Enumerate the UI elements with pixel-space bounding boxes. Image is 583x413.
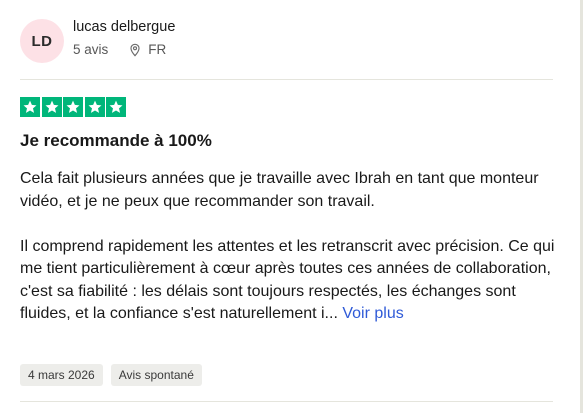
- review-tags: 4 mars 2026 Avis spontané: [20, 364, 210, 386]
- review-title[interactable]: Je recommande à 100%: [20, 131, 212, 151]
- reviewer-header: LD lucas delbergue 5 avis FR: [20, 0, 553, 80]
- star-icon: [20, 97, 40, 117]
- reviewer-name[interactable]: lucas delbergue: [73, 19, 175, 35]
- star-icon: [84, 97, 105, 117]
- reviewer-meta: 5 avis FR: [73, 42, 166, 57]
- review-paragraph-2-text: Il comprend rapidement les attentes et l…: [20, 237, 555, 323]
- star-rating: [20, 97, 128, 117]
- reviewer-location: FR: [128, 42, 166, 57]
- review-paragraph-2: Il comprend rapidement les attentes et l…: [20, 236, 560, 326]
- star-icon: [63, 97, 83, 117]
- review-type-badge: Avis spontané: [110, 364, 202, 386]
- date-badge: 4 mars 2026: [20, 364, 103, 386]
- reviews-count: 5 avis: [73, 42, 109, 57]
- avatar[interactable]: LD: [20, 19, 64, 63]
- review-card: LD lucas delbergue 5 avis FR Je recomman…: [20, 0, 554, 402]
- review-paragraph-1: Cela fait plusieurs années que je travai…: [20, 170, 539, 210]
- country-code: FR: [148, 42, 167, 57]
- review-body: Cela fait plusieurs années que je travai…: [20, 168, 560, 326]
- see-more-link[interactable]: Voir plus: [342, 305, 403, 322]
- divider: [20, 401, 553, 402]
- star-icon: [106, 97, 126, 117]
- star-icon: [41, 97, 62, 117]
- location-pin-icon: [128, 43, 142, 57]
